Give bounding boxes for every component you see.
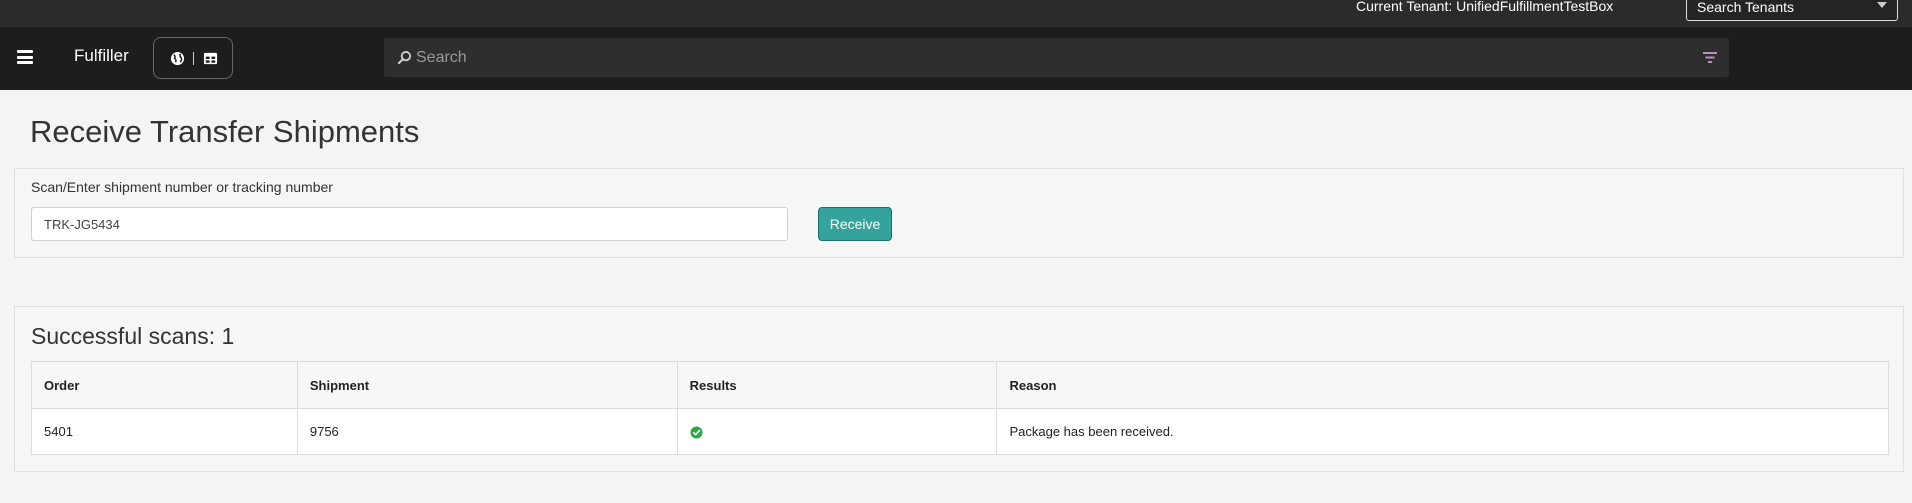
shipment-number-input[interactable] (31, 207, 788, 241)
results-table: Order Shipment Results Reason 5401 9756 … (31, 361, 1889, 455)
order-cell: 5401 (31, 408, 298, 455)
column-header-results: Results (676, 361, 998, 409)
nav-bar: Fulfiller (0, 27, 1912, 90)
results-cell (676, 408, 998, 455)
reason-cell: Package has been received. (996, 408, 1889, 455)
tenant-select-value: Search Tenants (1697, 0, 1795, 15)
table-row: 5401 9756 Package has been received. (31, 408, 1889, 455)
current-tenant-label: Current Tenant: UnifiedFulfillmentTestBo… (1356, 0, 1614, 12)
globe-icon[interactable] (170, 51, 185, 66)
view-toggle-group (153, 37, 233, 79)
results-title: Successful scans: 1 (31, 323, 235, 349)
menu-icon[interactable] (17, 50, 33, 64)
table-header-row: Order Shipment Results Reason (31, 361, 1889, 409)
tenant-select[interactable]: Search Tenants (1686, 0, 1898, 21)
search-input[interactable] (416, 38, 1676, 77)
receive-button[interactable]: Receive (818, 207, 892, 241)
column-header-reason: Reason (996, 361, 1889, 409)
results-panel: Successful scans: 1 Order Shipment Resul… (14, 306, 1904, 472)
search-icon (397, 50, 412, 65)
column-header-shipment: Shipment (296, 361, 678, 409)
check-circle-icon (690, 426, 703, 439)
top-bar: Current Tenant: UnifiedFulfillmentTestBo… (0, 0, 1912, 27)
page-title: Receive Transfer Shipments (30, 114, 420, 149)
app-brand[interactable]: Fulfiller (74, 46, 129, 66)
divider (193, 52, 194, 65)
receive-panel: Scan/Enter shipment number or tracking n… (14, 168, 1904, 258)
table-icon[interactable] (203, 51, 218, 66)
filter-icon[interactable] (1703, 51, 1717, 65)
global-search (384, 38, 1729, 77)
column-header-order: Order (31, 361, 298, 409)
shipment-cell: 9756 (296, 408, 678, 455)
chevron-down-icon (1877, 2, 1887, 8)
scan-label: Scan/Enter shipment number or tracking n… (31, 179, 333, 195)
